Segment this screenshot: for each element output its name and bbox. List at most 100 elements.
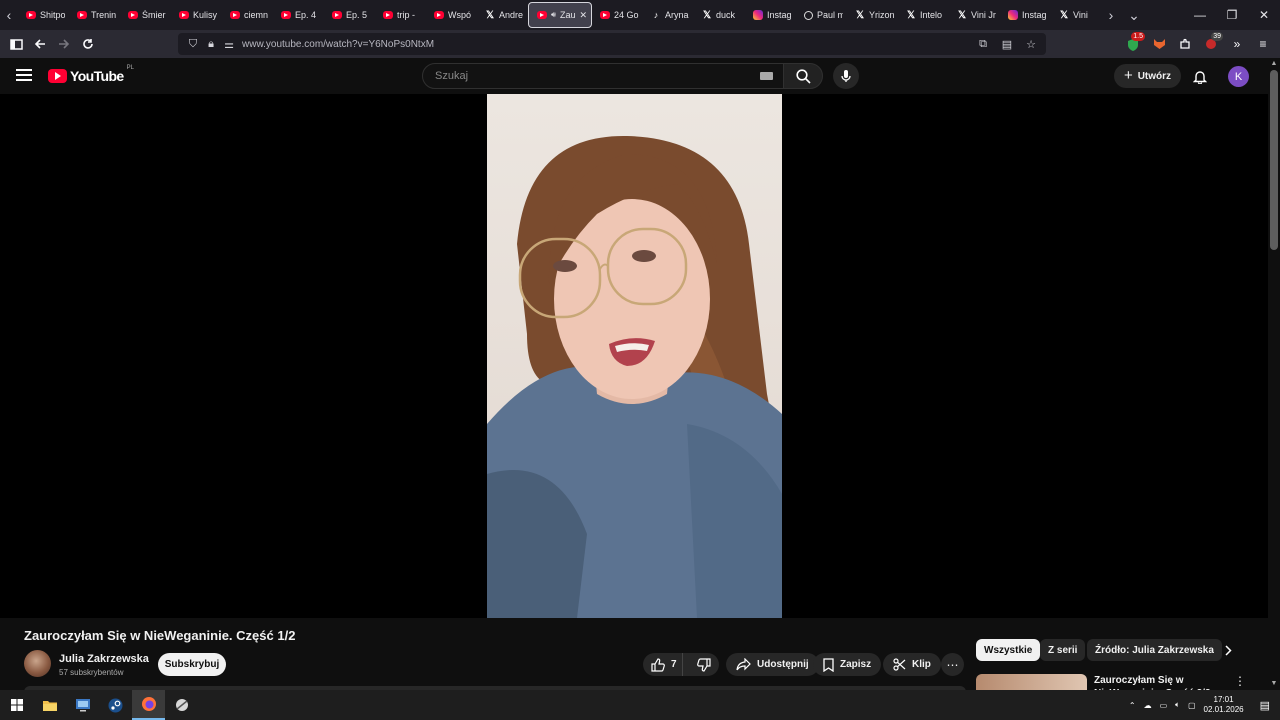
tracking-shield-icon[interactable]: ⛉ [184, 38, 202, 51]
reader-view-icon[interactable]: ▤ [998, 38, 1016, 51]
browser-tab[interactable]: Instag [745, 2, 796, 28]
more-actions-icon[interactable]: ⋯ [941, 653, 964, 676]
picture-in-picture-icon[interactable]: ⧉ [974, 38, 992, 51]
related-video-title[interactable]: Zauroczyłam Się w NieWeganinie. Część 2/… [1094, 674, 1214, 690]
windows-start-icon[interactable] [0, 690, 33, 720]
browser-tab[interactable]: 𝕏 Yrizon [847, 2, 898, 28]
tab-label: Instag [767, 10, 792, 20]
browser-tab[interactable]: ciemn [222, 2, 273, 28]
chip-series[interactable]: Z serii [1040, 639, 1086, 661]
reload-icon[interactable] [76, 32, 100, 56]
tab-scroll-right-icon[interactable]: › [1102, 0, 1120, 30]
browser-tab[interactable]: Shitpo [18, 2, 69, 28]
tab-audio-playing-icon[interactable]: 🔊︎ [551, 10, 556, 20]
satellite-app-icon[interactable] [165, 690, 198, 720]
clip-button[interactable]: Klip [883, 653, 941, 676]
browser-tab[interactable]: Paul m [796, 2, 847, 28]
tab-label: Kulisy [193, 10, 218, 20]
dislike-button[interactable] [689, 657, 719, 672]
firefox-taskbar-icon[interactable] [132, 690, 165, 720]
forward-arrow-icon[interactable] [52, 32, 76, 56]
browser-tab[interactable]: Śmier [120, 2, 171, 28]
close-window-icon[interactable]: ✕ [1248, 8, 1280, 22]
fox-extension-icon[interactable] [1148, 33, 1170, 55]
permissions-icon[interactable]: ⚌ [220, 38, 238, 51]
browser-tab[interactable]: Instag [1000, 2, 1051, 28]
channel-avatar[interactable] [24, 650, 51, 677]
file-explorer-icon[interactable] [33, 690, 66, 720]
scroll-up-icon[interactable]: ▲ [1270, 60, 1278, 67]
browser-tab-active[interactable]: 🔊︎ Zau ✕ [528, 2, 592, 28]
search-input[interactable]: Szukaj [422, 63, 784, 89]
channel-name[interactable]: Julia Zakrzewska [59, 653, 149, 665]
subscribe-button[interactable]: Subskrybuj [158, 653, 226, 676]
create-button[interactable]: + Utwórz [1114, 64, 1181, 88]
video-player[interactable] [0, 94, 1268, 618]
back-arrow-icon[interactable] [28, 32, 52, 56]
notifications-icon[interactable]: ▤ [1260, 699, 1270, 712]
chip-all[interactable]: Wszystkie [976, 639, 1041, 661]
onedrive-icon[interactable]: ☁ [1144, 701, 1152, 710]
search-button[interactable] [783, 63, 823, 89]
tab-label: 24 Go [614, 10, 639, 20]
tab-list-chevron-down-icon[interactable]: ⌄ [1120, 0, 1148, 30]
related-video-menu-icon[interactable]: ⋮ [1234, 674, 1246, 688]
browser-tab-bar: ‹ Shitpo Trenin Śmier Kulisy ciemn Ep. 4 Ep. 5… [0, 0, 1280, 30]
clock[interactable]: 17:01 02.01.2026 [1204, 695, 1244, 715]
extensions-puzzle-icon[interactable] [1174, 33, 1196, 55]
url-text[interactable]: www.youtube.com/watch?v=Y6NoPs0NtxM [242, 39, 434, 50]
tab-label: Śmier [142, 10, 166, 20]
tab-scroll-left-icon[interactable]: ‹ [0, 0, 18, 30]
voice-search-button[interactable] [833, 63, 859, 89]
account-avatar[interactable]: K [1228, 66, 1249, 87]
youtube-favicon-icon [537, 11, 547, 19]
address-bar[interactable]: ⛉ 🔒︎ ⚌ www.youtube.com/watch?v=Y6NoPs0Nt… [178, 33, 1046, 55]
browser-tab[interactable]: 𝕏duck [694, 2, 745, 28]
video-frame[interactable] [487, 94, 782, 618]
browser-tab[interactable]: trip - [375, 2, 426, 28]
restore-icon[interactable]: ❐ [1216, 8, 1248, 22]
scrollbar-thumb[interactable] [1270, 70, 1278, 250]
browser-tab[interactable]: Ep. 4 [273, 2, 324, 28]
bookmark-star-icon[interactable]: ☆ [1022, 38, 1040, 51]
app-menu-icon[interactable]: ≡ [1252, 33, 1274, 55]
browser-tab[interactable]: Trenin [69, 2, 120, 28]
browser-tab[interactable]: 𝕏 Vini Jr [949, 2, 1000, 28]
steam-icon[interactable] [99, 690, 132, 720]
chips-next-chevron-icon[interactable] [1220, 642, 1236, 658]
chip-source-channel[interactable]: Źródło: Julia Zakrzewska [1087, 639, 1222, 661]
counter-extension-icon[interactable]: 39 [1200, 32, 1223, 55]
share-button[interactable]: Udostępnij [726, 653, 819, 676]
browser-tab[interactable]: 𝕏 Intelo [898, 2, 949, 28]
scroll-down-icon[interactable]: ▼ [1270, 680, 1278, 687]
save-button[interactable]: Zapisz [813, 653, 882, 676]
youtube-logo[interactable]: YouTube PL [48, 65, 134, 84]
browser-tab[interactable]: ♪ Aryna [643, 2, 694, 28]
tab-label: Aryna [665, 10, 689, 20]
overflow-chevrons-icon[interactable]: » [1226, 33, 1248, 55]
browser-tab[interactable]: 24 Go [592, 2, 643, 28]
keyboard-icon[interactable] [760, 72, 773, 80]
browser-tab[interactable]: Wspó [426, 2, 477, 28]
tab-label: duck [716, 10, 736, 20]
shield-extension-icon[interactable]: 1.5 [1122, 32, 1145, 55]
tab-label: Vini Jr [971, 10, 996, 20]
like-button[interactable]: 7 [643, 653, 683, 676]
browser-tab[interactable]: Kulisy [171, 2, 222, 28]
guide-menu-icon[interactable] [16, 69, 32, 81]
display-icon[interactable]: ▢ [1188, 701, 1196, 710]
tray-overflow-chevron-icon[interactable]: ⌃ [1129, 701, 1136, 710]
notifications-bell-icon[interactable] [1190, 66, 1210, 86]
instagram-favicon-icon [1008, 10, 1018, 20]
sidebar-toggle-icon[interactable] [4, 32, 28, 56]
computer-app-icon[interactable] [66, 690, 99, 720]
page-scrollbar[interactable]: ▲ ▼ [1268, 58, 1280, 690]
browser-tab[interactable]: 𝕏 Andre [477, 2, 528, 28]
minimize-icon[interactable]: — [1184, 8, 1216, 22]
browser-tab[interactable]: 𝕏 Vini [1051, 2, 1102, 28]
tab-close-icon[interactable]: ✕ [579, 10, 587, 21]
volume-icon[interactable]: 🔈︎ [1175, 700, 1180, 710]
network-icon[interactable]: ▭ [1160, 701, 1168, 710]
browser-tab[interactable]: Ep. 5 [324, 2, 375, 28]
lock-icon[interactable]: 🔒︎ [202, 38, 220, 51]
